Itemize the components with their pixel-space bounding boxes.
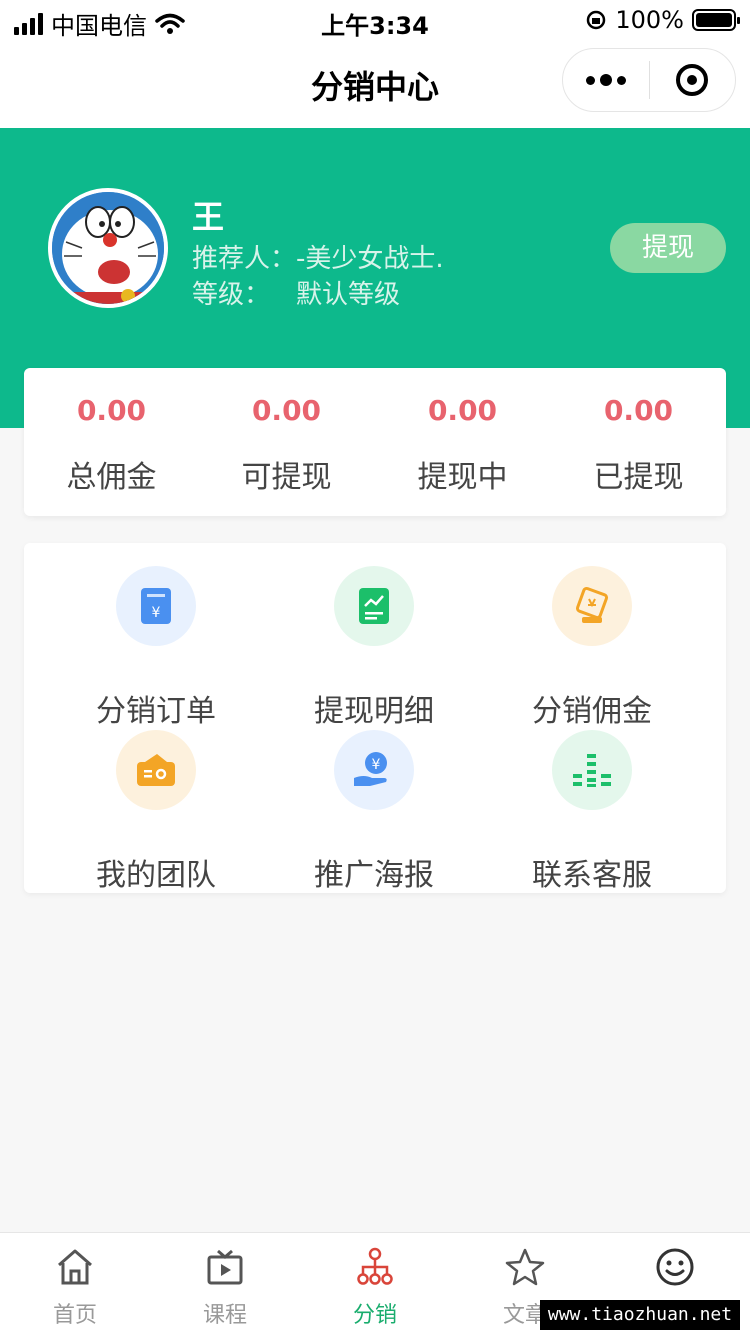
distribution-tree-icon — [357, 1247, 393, 1285]
user-name: 王 — [192, 198, 225, 236]
menu-promo-poster[interactable]: ¥ 推广海报 — [265, 730, 483, 893]
menu-label: 提现明细 — [314, 694, 434, 729]
status-bar: 中国电信 上午3:34 100% — [0, 0, 750, 40]
cartoon-avatar-image — [52, 192, 164, 304]
menu-label: 分销佣金 — [532, 694, 652, 729]
menu-label: 推广海报 — [314, 858, 434, 893]
more-menu-button[interactable] — [563, 74, 649, 86]
hand-coin-icon: ¥ — [334, 730, 414, 810]
tab-label: 分销 — [352, 1303, 397, 1328]
close-mini-program-button[interactable] — [650, 64, 736, 96]
menu-label: 联系客服 — [532, 858, 652, 893]
referrer-row: 推荐人：-美少女战士. — [192, 238, 444, 275]
menu-withdraw-details[interactable]: 提现明细 — [265, 566, 483, 729]
tab-home[interactable]: 首页 — [0, 1233, 150, 1334]
commission-stats-card: 0.00 总佣金 0.00 可提现 0.00 提现中 0.00 已提现 — [24, 368, 726, 516]
bars-icon — [552, 730, 632, 810]
battery-percent: 100% — [615, 6, 684, 34]
watermark-banner: www.tiaozhuan.net — [540, 1300, 740, 1330]
level-row: 等级： 默认等级 — [192, 274, 400, 311]
battery-icon — [692, 9, 740, 31]
video-icon — [207, 1249, 243, 1285]
stat-value: 0.00 — [427, 394, 498, 427]
tab-courses[interactable]: 课程 — [150, 1233, 300, 1334]
commission-card-icon — [552, 566, 632, 646]
stat-label: 提现中 — [417, 460, 508, 495]
stat-label: 已提现 — [593, 460, 684, 495]
avatar[interactable] — [48, 188, 168, 308]
menu-label: 我的团队 — [96, 858, 216, 893]
referrer-value: -美少女战士. — [296, 244, 444, 274]
status-right: 100% — [585, 6, 740, 34]
tab-distribution[interactable]: 分销 — [300, 1233, 450, 1334]
stat-withdrawing[interactable]: 0.00 提现中 — [375, 368, 550, 516]
chart-doc-icon — [334, 566, 414, 646]
rotation-lock-icon — [587, 10, 606, 30]
stat-value: 0.00 — [76, 394, 147, 427]
stat-value: 0.00 — [251, 394, 322, 427]
mini-program-capsule — [562, 48, 736, 112]
svg-text:¥: ¥ — [152, 605, 161, 621]
stat-label: 总佣金 — [66, 460, 157, 495]
menu-distribution-commission[interactable]: 分销佣金 — [483, 566, 701, 729]
function-menu-card: ¥ 分销订单 提现明细 分销佣金 我的团队 ¥ 推广海报 联系客服 — [24, 543, 726, 893]
svg-text:¥: ¥ — [372, 757, 381, 773]
level-label: 等级： — [192, 280, 271, 310]
wallet-icon — [116, 730, 196, 810]
referrer-label: 推荐人： — [192, 244, 297, 274]
menu-label: 分销订单 — [96, 694, 216, 729]
menu-distribution-orders[interactable]: ¥ 分销订单 — [47, 566, 265, 729]
menu-contact-service[interactable]: 联系客服 — [483, 730, 701, 893]
target-icon — [676, 64, 709, 96]
stat-total-commission[interactable]: 0.00 总佣金 — [24, 368, 199, 516]
level-value: 默认等级 — [296, 280, 401, 310]
nav-bar: 分销中心 — [0, 40, 750, 128]
home-icon — [58, 1249, 92, 1285]
tab-label: 首页 — [52, 1303, 97, 1328]
withdraw-button[interactable]: 提现 — [610, 223, 726, 273]
menu-my-team[interactable]: 我的团队 — [47, 730, 265, 893]
star-icon — [505, 1248, 545, 1286]
smile-icon — [656, 1248, 694, 1286]
order-yen-icon: ¥ — [116, 566, 196, 646]
stat-withdrawable[interactable]: 0.00 可提现 — [199, 368, 374, 516]
stat-withdrawn[interactable]: 0.00 已提现 — [551, 368, 726, 516]
stat-label: 可提现 — [241, 460, 332, 495]
stat-value: 0.00 — [603, 394, 674, 427]
tab-label: 课程 — [202, 1303, 247, 1328]
